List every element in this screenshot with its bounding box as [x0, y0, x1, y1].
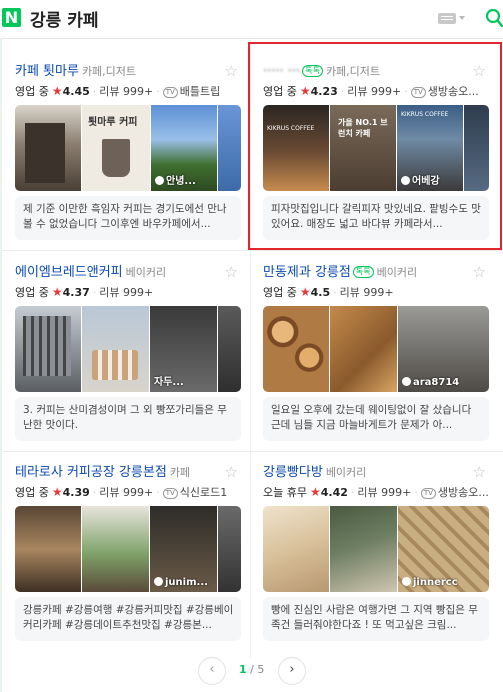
photo-strip[interactable]: jinnercc: [263, 506, 489, 592]
place-name[interactable]: 강릉빵다방: [263, 465, 323, 480]
favorite-star-icon[interactable]: ☆: [473, 263, 486, 281]
tv-program: 식신로드1: [179, 486, 228, 499]
tv-program: 생방송오...: [437, 486, 489, 499]
talktalk-badge: 톡톡: [352, 266, 374, 278]
rating-star-icon: ★: [51, 285, 63, 299]
tv-badge: TV: [162, 488, 178, 499]
rating-value: 4.5: [310, 286, 331, 299]
place-meta: 영업 중 ★4.39 · 리뷰 999+ · TV 식신로드1: [15, 485, 228, 499]
prev-page-button[interactable]: ‹: [198, 657, 226, 685]
tv-program: 배틀트립: [179, 85, 221, 98]
favorite-star-icon[interactable]: ☆: [225, 62, 238, 80]
photo[interactable]: junim...: [150, 506, 217, 592]
place-card[interactable]: 강릉빵다방 베이커리 ☆ 오늘 휴무 ★4.42 · 리뷰 999+ · TV 생방송오...…: [250, 443, 490, 651]
place-category: 카페,디저트: [81, 65, 137, 78]
review-count: 리뷰 999+: [99, 286, 154, 299]
photo-author: ara8714: [402, 377, 459, 388]
rating-value: 4.45: [62, 85, 90, 98]
photo-strip[interactable]: junim...: [15, 506, 241, 592]
place-name[interactable]: 카페 툇마루: [15, 64, 79, 79]
photo-strip[interactable]: ara8714: [263, 306, 489, 392]
review-snippet[interactable]: 제 기준 이만한 흑임자 커피는 경기도에선 만나볼 수 없었습니다 그이후엔 …: [15, 196, 241, 240]
keyboard-icon[interactable]: [438, 13, 456, 24]
open-status: 영업 중: [15, 286, 49, 299]
rating-star-icon: ★: [309, 485, 321, 499]
photo[interactable]: [15, 506, 81, 592]
review-snippet[interactable]: 일요일 오후에 갔는데 웨이팅없이 잘 샀습니다 근데 님들 지금 마늘바게트가…: [263, 397, 489, 441]
place-category: 카페: [169, 466, 191, 479]
photo[interactable]: [218, 306, 241, 392]
place-name[interactable]: 테라로사 커피공장 강릉본점: [15, 465, 167, 480]
photo[interactable]: [263, 306, 329, 392]
photo[interactable]: ara8714: [398, 306, 489, 392]
photo[interactable]: [263, 506, 329, 592]
pagination: ‹ 1 / 5 ›: [198, 657, 308, 685]
photo[interactable]: [82, 306, 149, 392]
search-icon[interactable]: [485, 7, 503, 29]
photo-strip[interactable]: 자두...: [15, 306, 241, 392]
photo[interactable]: [218, 506, 241, 592]
tv-badge: TV: [162, 87, 178, 98]
open-status: 영업 중: [15, 85, 49, 98]
place-meta: 영업 중 ★4.5 · 리뷰 999+: [263, 285, 394, 299]
chevron-down-icon[interactable]: [459, 16, 465, 20]
naver-logo[interactable]: N: [2, 8, 21, 27]
place-card[interactable]: 테라로사 커피공장 강릉본점 카페 ☆ 영업 중 ★4.39 · 리뷰 999+ · TV 식…: [2, 443, 242, 651]
photo[interactable]: 안녕...: [151, 105, 217, 191]
favorite-star-icon[interactable]: ☆: [225, 263, 238, 281]
place-meta: 영업 중 ★4.45 · 리뷰 999+ · TV 배틀트립: [15, 84, 221, 98]
place-category: 베이커리: [125, 266, 167, 279]
place-category: 베이커리: [376, 266, 418, 279]
rating-value: 4.42: [320, 486, 348, 499]
photo[interactable]: [330, 306, 397, 392]
review-count: 리뷰 999+: [357, 486, 412, 499]
photo[interactable]: [15, 306, 81, 392]
photo-strip[interactable]: 툇마루 커피 안녕...: [15, 105, 241, 191]
review-snippet[interactable]: 강릉카페 #강릉여행 #강릉커피맛집 #강릉베이커리카페 #강릉데이트추천맛집 …: [15, 597, 241, 641]
photo[interactable]: [330, 506, 397, 592]
review-count: 리뷰 999+: [99, 486, 154, 499]
rating-star-icon: ★: [51, 84, 63, 98]
photo[interactable]: 툇마루 커피: [82, 105, 150, 191]
place-card[interactable]: 만동제과 강릉점 톡톡 베이커리 ☆ 영업 중 ★4.5 · 리뷰 999+ ara871…: [250, 243, 490, 451]
highlight-annotation: [248, 42, 502, 250]
sign-text: 툇마루 커피: [88, 117, 138, 128]
review-count: 리뷰 999+: [339, 286, 394, 299]
place-name[interactable]: 에이엠브레드앤커피: [15, 265, 123, 280]
tv-badge: TV: [420, 488, 436, 499]
photo[interactable]: [15, 105, 81, 191]
next-page-button[interactable]: ›: [278, 657, 306, 685]
photo[interactable]: [218, 105, 241, 191]
place-name[interactable]: 만동제과 강릉점: [263, 265, 351, 280]
search-header: N 강릉 카페: [0, 0, 503, 39]
photo[interactable]: [82, 506, 149, 592]
review-snippet[interactable]: 3. 커피는 산미겸성이며 그 외 빵쪼가리들은 무난한 맛이다.: [15, 397, 241, 441]
rating-star-icon: ★: [51, 485, 63, 499]
place-category: 베이커리: [325, 466, 367, 479]
page-indicator: 1 / 5: [239, 663, 265, 676]
open-status: 영업 중: [263, 286, 297, 299]
place-meta: 영업 중 ★4.37 · 리뷰 999+: [15, 285, 154, 299]
place-card[interactable]: 에이엠브레드앤커피 베이커리 ☆ 영업 중 ★4.37 · 리뷰 999+ 자두... …: [2, 243, 242, 451]
photo-author: junim...: [154, 577, 208, 588]
photo-author: 안녕...: [155, 172, 196, 187]
place-meta: 오늘 휴무 ★4.42 · 리뷰 999+ · TV 생방송오...: [263, 485, 489, 499]
photo[interactable]: jinnercc: [398, 506, 489, 592]
rating-value: 4.39: [62, 486, 90, 499]
rating-star-icon: ★: [299, 285, 311, 299]
place-card[interactable]: 카페 툇마루 카페,디저트 ☆ 영업 중 ★4.45 · 리뷰 999+ · TV 배틀트립 …: [2, 42, 242, 250]
open-status: 오늘 휴무: [263, 486, 307, 499]
review-snippet[interactable]: 빵에 진심인 사람은 여행가면 그 지역 빵집은 무족건 들러줘야한다죠 ! 또…: [263, 597, 489, 641]
favorite-star-icon[interactable]: ☆: [473, 463, 486, 481]
review-count: 리뷰 999+: [99, 85, 154, 98]
search-query-text[interactable]: 강릉 카페: [30, 6, 98, 31]
photo-author: 자두...: [154, 377, 184, 388]
photo[interactable]: 자두...: [150, 306, 217, 392]
photo-author: jinnercc: [402, 577, 458, 588]
open-status: 영업 중: [15, 486, 49, 499]
rating-value: 4.37: [62, 286, 90, 299]
favorite-star-icon[interactable]: ☆: [225, 463, 238, 481]
